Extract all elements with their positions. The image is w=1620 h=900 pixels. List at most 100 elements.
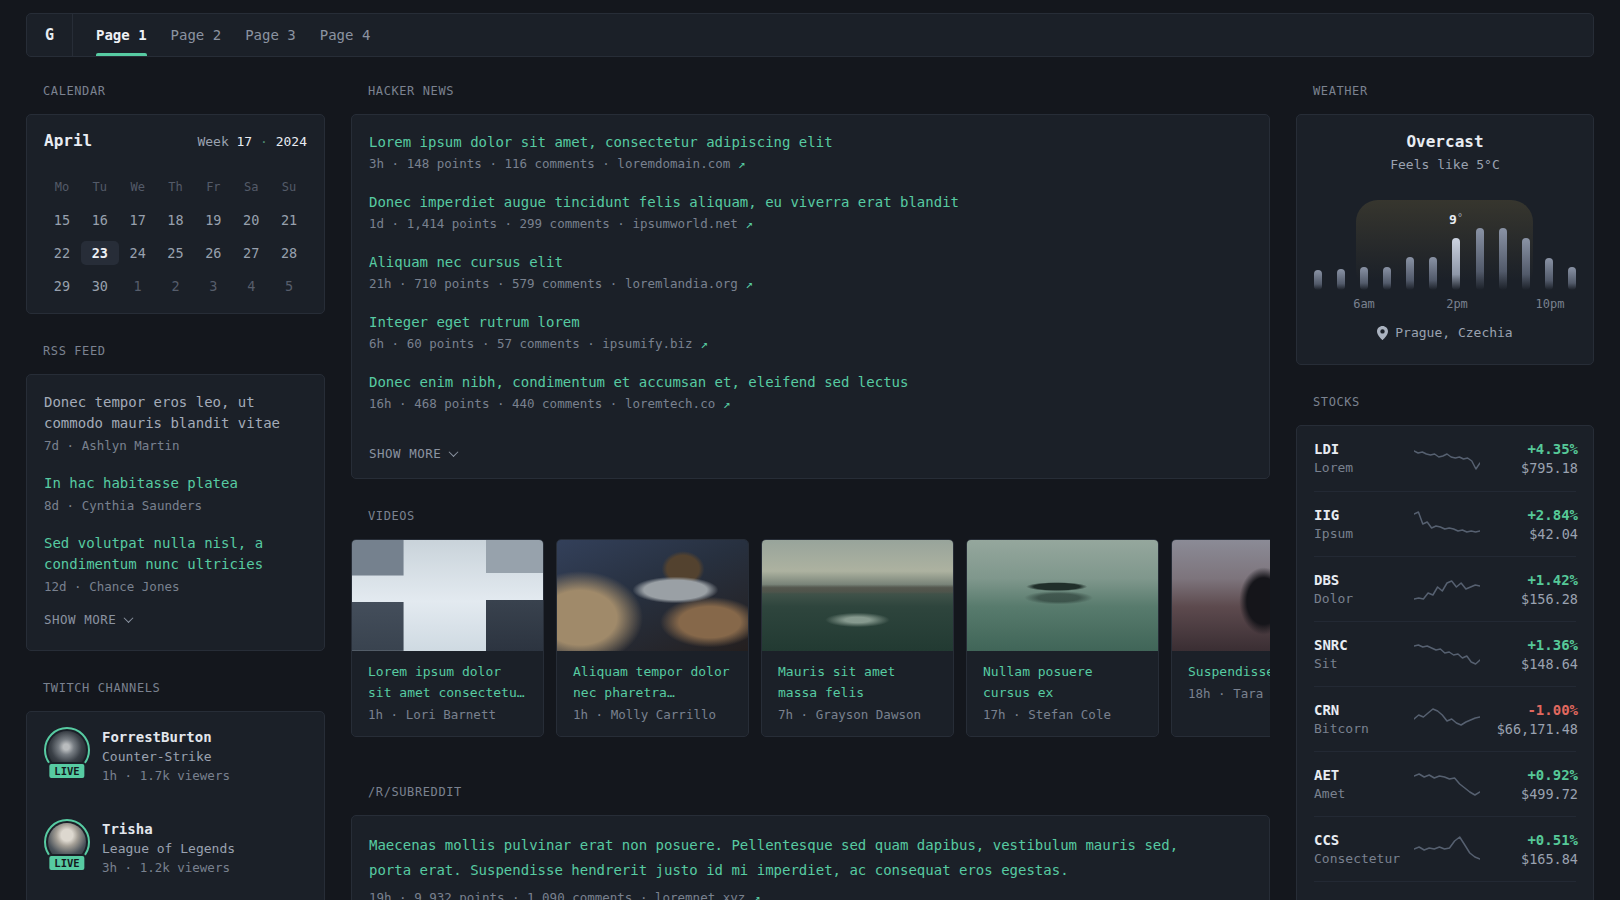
calendar-day: 29 [43, 274, 81, 298]
stock-sparkline [1414, 445, 1480, 473]
hacker-news-widget: HACKER NEWS Lorem ipsum dolor sit amet, … [351, 84, 1270, 479]
stock-row: AHS +0.46% [1314, 881, 1576, 900]
stock-price: $156.28 [1480, 590, 1578, 608]
rss-item-title[interactable]: In hac habitasse platea [44, 473, 307, 494]
calendar-day: 25 [157, 241, 195, 265]
video-title[interactable]: Lorem ipsum dolor sit amet consectetu… [368, 661, 527, 703]
weather-current-temp: 9° [1449, 212, 1463, 227]
chevron-down-icon [124, 613, 134, 623]
video-title[interactable]: Aliquam tempor dolor nec pharetra… [573, 661, 732, 703]
weather-hour-labels: 6am 2pm 10pm [1313, 297, 1577, 311]
hn-item-title[interactable]: Integer eget rutrum lorem [369, 311, 1252, 333]
stock-name: Amet [1314, 785, 1414, 803]
stock-ticker: AET [1314, 766, 1414, 785]
widget-label-weather: WEATHER [1313, 84, 1594, 98]
channel-meta: 3h · 1.2k viewers [102, 858, 235, 877]
video-card[interactable]: Mauris sit amet massa felis 7h · Grayson… [761, 539, 954, 737]
tab[interactable]: Page 1 [84, 14, 159, 56]
rss-item-meta: 12d · Chance Jones [44, 577, 307, 597]
tab[interactable]: Page 3 [233, 14, 308, 56]
video-card[interactable]: Suspendisse diam 18h · Tara [1171, 539, 1270, 737]
hn-item-domain[interactable]: ipsumify.biz ↗ [602, 336, 707, 351]
twitch-channel[interactable]: LIVE ForrestBurton Counter-Strike 1h · 1… [44, 727, 307, 785]
video-meta: 17h · Stefan Cole [983, 707, 1142, 722]
stock-change: +1.36% [1480, 636, 1578, 655]
twitch-channel[interactable]: LIVE Trisha League of Legends 3h · 1.2k … [44, 819, 307, 877]
stock-row: IIG Ipsum +2.84% $42.04 [1314, 491, 1576, 556]
video-title[interactable]: Suspendisse diam [1188, 661, 1270, 682]
stock-name: Consectetur [1314, 850, 1414, 868]
video-title[interactable]: Mauris sit amet massa felis [778, 661, 937, 703]
channel-category: Counter-Strike [102, 747, 230, 766]
external-link-icon: ↗ [753, 890, 761, 900]
calendar-month: April [44, 131, 92, 150]
subreddit-post-title[interactable]: Maecenas mollis pulvinar erat non posuer… [369, 833, 1227, 883]
weather-bar [1429, 257, 1437, 290]
video-thumbnail[interactable] [967, 540, 1158, 651]
calendar-day: 1 [119, 274, 157, 298]
hn-item-domain[interactable]: loremtech.co ↗ [625, 396, 730, 411]
hn-item-domain[interactable]: loremlandia.org ↗ [625, 276, 753, 291]
calendar-header: April Week 17 · 2024 [44, 131, 307, 150]
weather-feels-like: Feels like 5°C [1313, 156, 1577, 174]
widget-label-videos: VIDEOS [368, 509, 1270, 523]
calendar-grid: MoTuWeThFrSaSu [43, 175, 308, 199]
stock-sparkline [1414, 770, 1480, 798]
logo[interactable]: G [27, 14, 73, 56]
channel-meta: 1h · 1.7k viewers [102, 766, 230, 785]
calendar-day: 30 [81, 274, 119, 298]
videos-row: Lorem ipsum dolor sit amet consectetu… 1… [351, 539, 1270, 737]
video-card[interactable]: Aliquam tempor dolor nec pharetra… 1h · … [556, 539, 749, 737]
hn-item-domain[interactable]: loremdomain.com ↗ [617, 156, 745, 171]
hacker-news-card: Lorem ipsum dolor sit amet, consectetur … [351, 114, 1270, 479]
external-link-icon: ↗ [745, 216, 753, 231]
stock-change: +4.35% [1480, 440, 1578, 459]
rss-item-title[interactable]: Sed volutpat nulla nisl, a condimentum n… [44, 533, 307, 575]
calendar-card: April Week 17 · 2024 MoTuWeThFrSaSu 1516… [26, 114, 325, 314]
hn-item-title[interactable]: Lorem ipsum dolor sit amet, consectetur … [369, 131, 1252, 153]
video-thumbnail[interactable] [762, 540, 953, 651]
chevron-down-icon [449, 447, 459, 457]
rss-show-more[interactable]: SHOW MORE [44, 612, 307, 627]
hn-show-more[interactable]: SHOW MORE [369, 446, 1252, 461]
subreddit-card: Maecenas mollis pulvinar erat non posuer… [351, 815, 1270, 900]
live-badge: LIVE [47, 762, 86, 780]
weather-bar [1522, 238, 1530, 290]
video-thumbnail[interactable] [352, 540, 543, 651]
hn-item-title[interactable]: Donec imperdiet augue tincidunt felis al… [369, 191, 1252, 213]
hn-item-meta: 3h · 148 points · 116 comments · loremdo… [369, 154, 1252, 173]
video-card[interactable]: Nullam posuere cursus ex 17h · Stefan Co… [966, 539, 1159, 737]
stock-ticker: SNRC [1314, 636, 1414, 655]
hn-item-title[interactable]: Donec enim nibh, condimentum et accumsan… [369, 371, 1252, 393]
tab[interactable]: Page 2 [159, 14, 234, 56]
stock-ticker: DBS [1314, 571, 1414, 590]
video-thumbnail[interactable] [557, 540, 748, 651]
video-thumbnail[interactable] [1172, 540, 1270, 651]
hn-item-meta: 1d · 1,414 points · 299 comments · ipsum… [369, 214, 1252, 233]
hn-item: Donec enim nibh, condimentum et accumsan… [369, 371, 1252, 413]
stock-price: $795.18 [1480, 459, 1578, 477]
stock-change: +1.42% [1480, 571, 1578, 590]
weather-hour-label: 6am [1353, 297, 1375, 311]
hn-item-domain[interactable]: ipsumworld.net ↗ [632, 216, 752, 231]
tab[interactable]: Page 4 [308, 14, 383, 56]
twitch-widget: TWITCH CHANNELS LIVE ForrestBurton Count… [26, 681, 325, 900]
hn-item-title[interactable]: Aliquam nec cursus elit [369, 251, 1252, 273]
widget-label-rss: RSS FEED [43, 344, 325, 358]
widget-label-twitch: TWITCH CHANNELS [43, 681, 325, 695]
stock-price: $42.04 [1480, 525, 1578, 543]
calendar-day-header: We [119, 175, 157, 199]
weather-hour-label: 10pm [1536, 297, 1565, 311]
subreddit-post-domain[interactable]: loremnet.xyz ↗ [655, 890, 760, 900]
stock-sparkline [1414, 835, 1480, 863]
rss-card: Donec tempor eros leo, ut commodo mauris… [26, 374, 325, 651]
video-card[interactable]: Lorem ipsum dolor sit amet consectetu… 1… [351, 539, 544, 737]
weather-hour-label: 2pm [1446, 297, 1468, 311]
stock-name: Sit [1314, 655, 1414, 673]
stock-row: SNRC Sit +1.36% $148.64 [1314, 621, 1576, 686]
avatar: LIVE [44, 819, 90, 865]
hn-item: Aliquam nec cursus elit 21h · 710 points… [369, 251, 1252, 293]
video-title[interactable]: Nullam posuere cursus ex [983, 661, 1142, 703]
rss-item-title[interactable]: Donec tempor eros leo, ut commodo mauris… [44, 392, 307, 434]
weather-chart: 9° [1313, 200, 1577, 290]
